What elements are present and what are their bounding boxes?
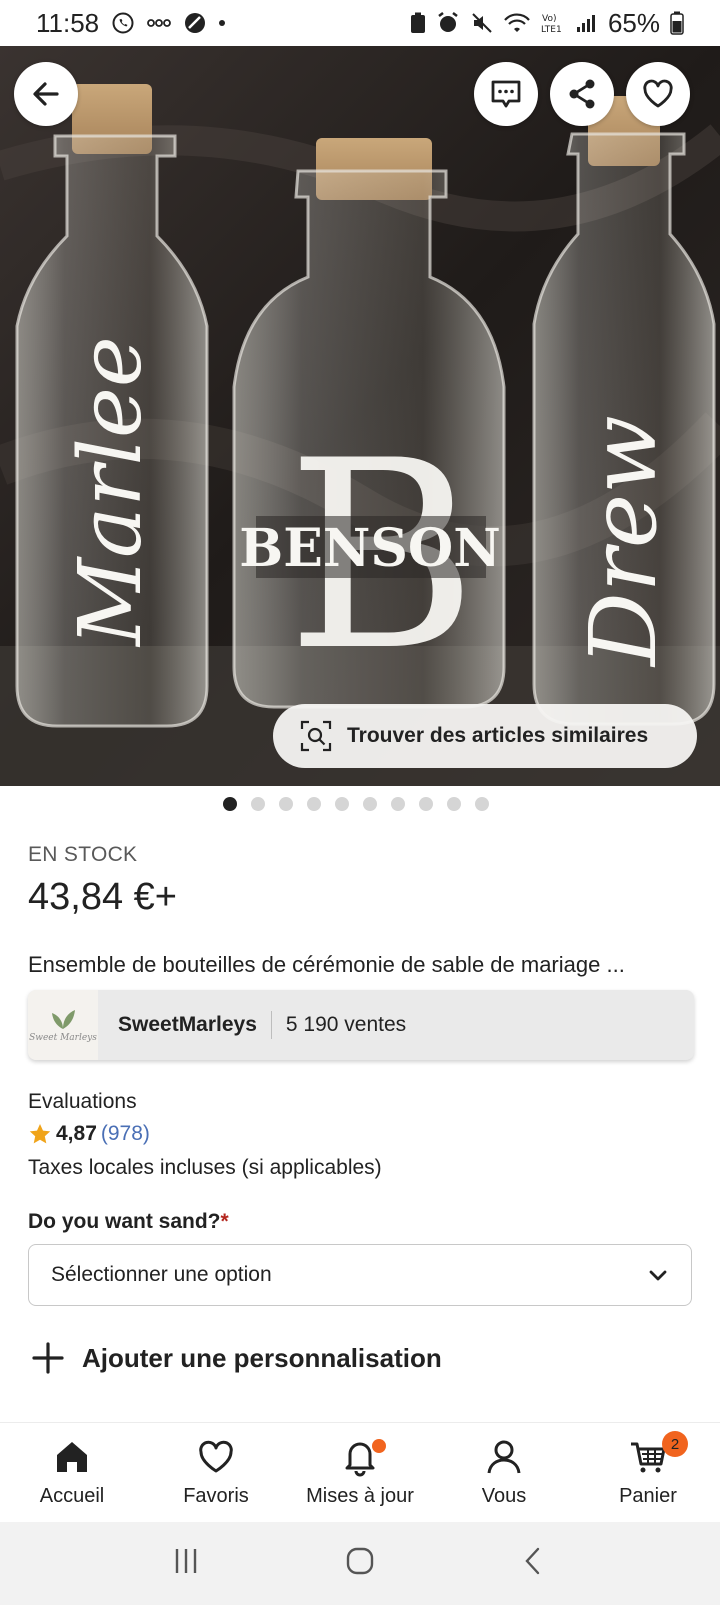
nav-label: Vous — [481, 1485, 527, 1507]
arrow-left-icon — [33, 82, 59, 106]
add-personalization-button[interactable]: Ajouter une personnalisation — [30, 1340, 442, 1376]
bottom-nav: Accueil Favoris Mises à jour Vous 2 Pani… — [0, 1422, 720, 1522]
bottle-center-text: BENSON — [239, 518, 501, 579]
blocked-icon — [183, 11, 207, 35]
nav-label: Panier — [619, 1485, 677, 1507]
nav-label: Favoris — [183, 1485, 249, 1507]
visual-search-icon — [300, 720, 332, 752]
mute-icon — [470, 11, 494, 35]
svg-text:Vo): Vo) — [542, 14, 556, 24]
pager-dot[interactable] — [307, 797, 321, 811]
whatsapp-icon — [111, 11, 135, 35]
stock-status: EN STOCK — [28, 843, 138, 866]
taxes-note: Taxes locales incluses (si applicables) — [28, 1156, 382, 1179]
svg-text:LTE1: LTE1 — [541, 25, 562, 35]
chevron-left-icon — [525, 1547, 539, 1575]
shop-sales: 5 190 ventes — [285, 1013, 407, 1036]
find-similar-label: Trouver des articles similaires — [347, 724, 649, 747]
home-system-button[interactable] — [344, 1545, 376, 1582]
leaf-icon — [52, 1010, 75, 1029]
plus-icon — [32, 1342, 64, 1374]
person-icon — [487, 1440, 521, 1474]
rating-value: 4,87 — [56, 1122, 97, 1145]
option-label-text: Do you want sand? — [28, 1210, 221, 1233]
product-photo: Marlee B BENSON Drew — [0, 46, 720, 786]
pager-dot[interactable] — [419, 797, 433, 811]
pager-dot[interactable] — [391, 797, 405, 811]
nav-cart[interactable]: 2 Panier — [576, 1423, 720, 1522]
notification-dot-icon — [219, 20, 226, 26]
shop-logo: Sweet Marleys — [28, 990, 98, 1060]
battery-saver-icon — [410, 12, 426, 34]
sand-option-select[interactable]: Sélectionner une option — [28, 1244, 692, 1306]
share-button[interactable] — [550, 62, 614, 126]
add-personalization-label: Ajouter une personnalisation — [82, 1342, 442, 1373]
back-button[interactable] — [14, 62, 78, 126]
alarm-icon — [436, 11, 460, 35]
recent-apps-icon — [176, 1549, 197, 1573]
favorite-button[interactable] — [626, 62, 690, 126]
pager-dot[interactable] — [475, 797, 489, 811]
wifi-icon — [504, 12, 530, 34]
signal-icon — [576, 13, 598, 33]
system-back-button[interactable] — [519, 1546, 549, 1581]
chat-icon — [491, 80, 521, 108]
chevron-down-icon — [649, 1270, 667, 1281]
bottle-right-text: Drew — [570, 415, 677, 668]
battery-icon — [670, 11, 684, 35]
ratings-row[interactable]: 4,87 (978) — [28, 1122, 150, 1146]
heart-icon — [199, 1440, 233, 1473]
star-icon — [29, 1124, 51, 1144]
pager-dot[interactable] — [447, 797, 461, 811]
pager-dot[interactable] — [335, 797, 349, 811]
rating-count[interactable]: (978) — [101, 1122, 150, 1146]
product-image-carousel[interactable]: Marlee B BENSON Drew Trouver des article… — [0, 46, 720, 786]
select-placeholder: Sélectionner une option — [51, 1263, 272, 1286]
price: 43,84 €+ — [28, 876, 177, 918]
share-icon — [569, 79, 595, 109]
status-bar: 11:58 Vo) LTE1 65% — [0, 0, 720, 46]
nav-home[interactable]: Accueil — [0, 1423, 144, 1522]
pager-dot[interactable] — [251, 797, 265, 811]
home-icon — [57, 1442, 87, 1472]
recent-apps-button[interactable] — [171, 1546, 201, 1581]
shop-divider — [270, 1011, 272, 1039]
home-circle-icon — [346, 1547, 374, 1575]
ratings-label: Evaluations — [28, 1090, 137, 1113]
option-label: Do you want sand?* — [28, 1210, 229, 1234]
updates-badge-dot — [372, 1439, 386, 1453]
nav-you[interactable]: Vous — [432, 1423, 576, 1522]
nav-updates[interactable]: Mises à jour — [288, 1423, 432, 1522]
nav-label: Accueil — [39, 1485, 105, 1507]
pager-dot-active[interactable] — [223, 797, 237, 811]
cart-badge: 2 — [662, 1431, 688, 1457]
shop-card[interactable]: Sweet Marleys SweetMarleys 5 190 ventes — [28, 990, 694, 1060]
system-navigation-bar — [0, 1522, 720, 1605]
required-mark: * — [220, 1210, 229, 1233]
message-seller-button[interactable] — [474, 62, 538, 126]
shop-logo-text: Sweet Marleys — [29, 1033, 97, 1043]
find-similar-button[interactable]: Trouver des articles similaires — [273, 704, 697, 768]
heart-icon — [643, 79, 673, 108]
nav-favorites[interactable]: Favoris — [144, 1423, 288, 1522]
listing-title[interactable]: Ensemble de bouteilles de cérémonie de s… — [28, 952, 698, 978]
volte-icon: Vo) LTE1 — [540, 11, 566, 35]
shop-name: SweetMarleys — [118, 1013, 257, 1036]
status-time: 11:58 — [36, 7, 100, 38]
pager-dot[interactable] — [363, 797, 377, 811]
bottle-left-text: Marlee — [61, 336, 161, 648]
image-pager — [0, 797, 720, 811]
battery-percent: 65% — [607, 7, 660, 38]
pager-dot[interactable] — [279, 797, 293, 811]
nav-label: Mises à jour — [306, 1485, 414, 1507]
more-notifications-icon — [147, 18, 172, 28]
